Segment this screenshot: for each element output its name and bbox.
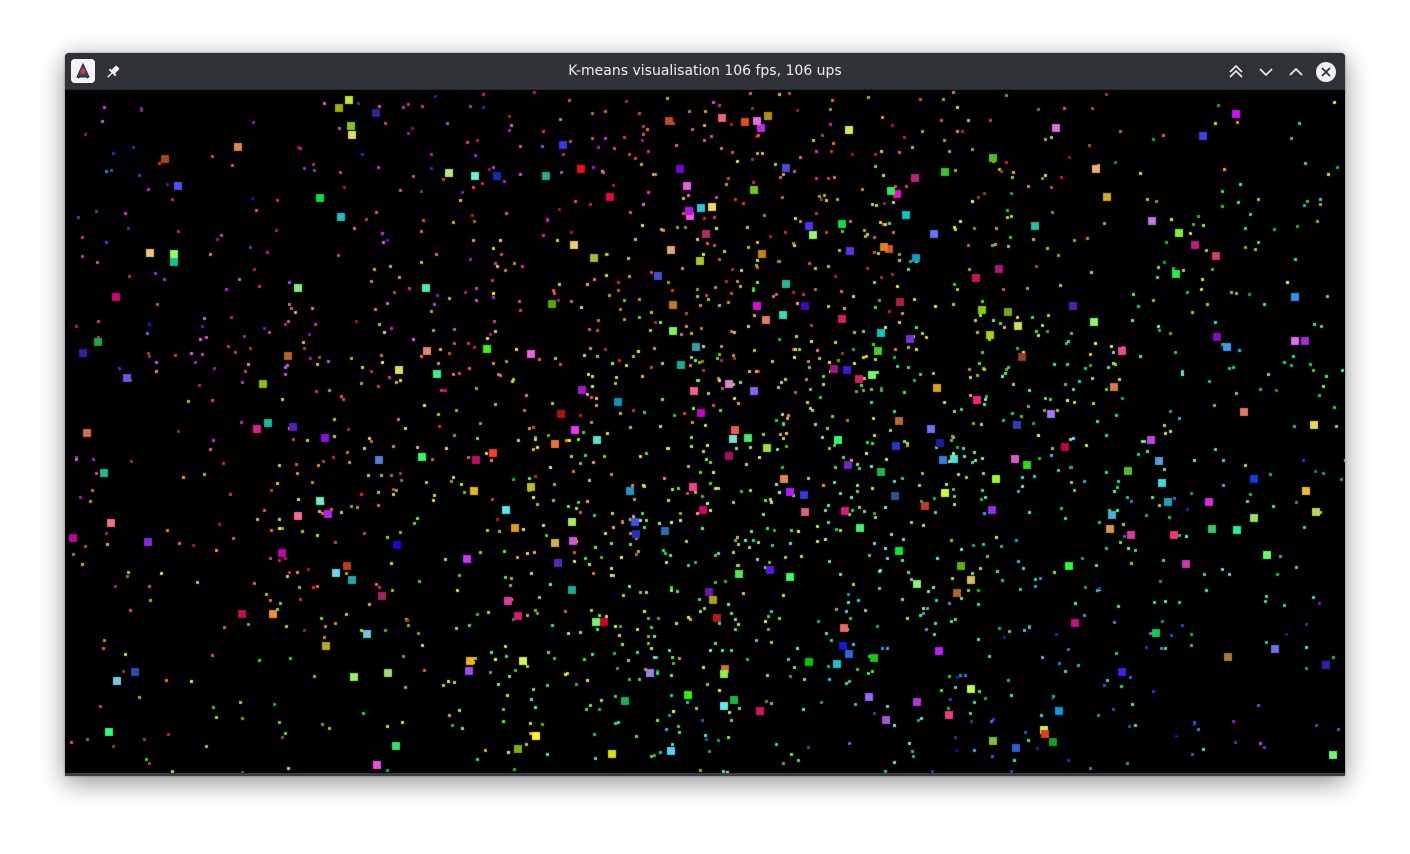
visualisation-canvas-area[interactable] <box>65 90 1345 773</box>
window-bottom-border <box>65 773 1345 776</box>
pin-icon[interactable] <box>103 62 123 82</box>
chevron-up-icon <box>1289 67 1303 76</box>
maximize-button[interactable] <box>1285 61 1307 83</box>
app-window: K-means visualisation 106 fps, 106 ups <box>65 53 1345 776</box>
window-title: K-means visualisation 106 fps, 106 ups <box>568 63 842 79</box>
keep-below-button[interactable] <box>1255 61 1277 83</box>
titlebar[interactable]: K-means visualisation 106 fps, 106 ups <box>65 53 1345 90</box>
chevron-down-icon <box>1259 68 1273 77</box>
close-button[interactable] <box>1315 61 1337 83</box>
close-circle-icon <box>1316 62 1336 82</box>
java-app-icon[interactable] <box>71 59 95 83</box>
double-chevron-up-icon <box>1229 64 1243 78</box>
keep-above-button[interactable] <box>1225 61 1247 83</box>
kmeans-canvas[interactable] <box>65 90 1345 773</box>
